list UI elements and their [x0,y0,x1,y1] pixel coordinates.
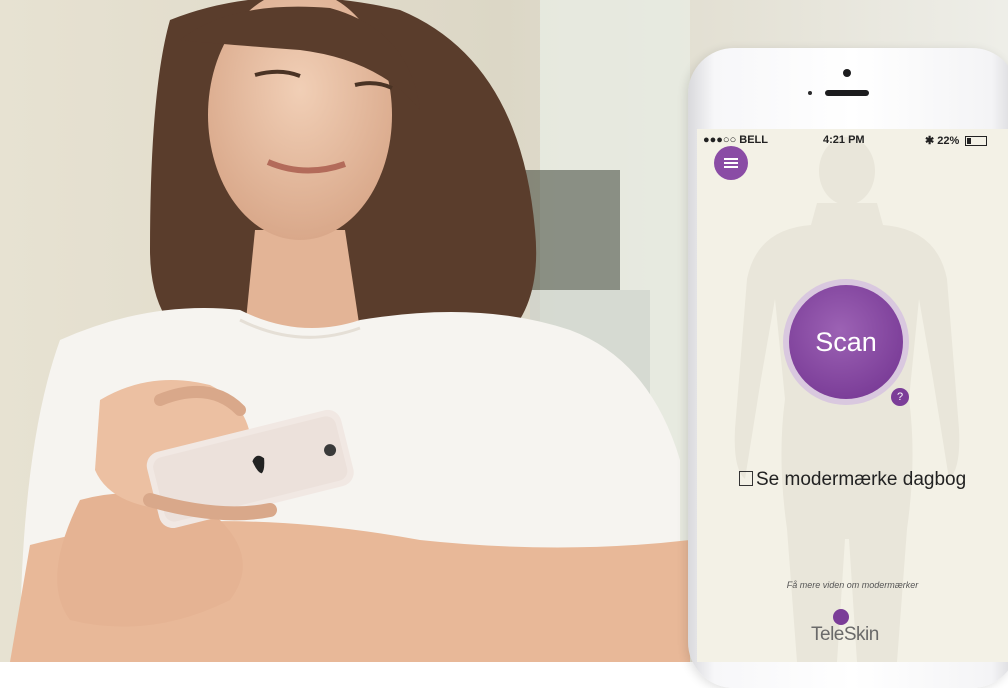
teleskin-logo-icon [833,609,849,625]
learn-more-link[interactable]: Få mere viden om modermærker [697,580,1008,590]
clock-label: 4:21 PM [823,134,865,146]
phone-sensor [808,91,812,95]
battery-icon [965,136,988,147]
teleskin-logo: TeleSkin [811,624,879,645]
battery-indicator: ✱ 22% [925,134,988,147]
scan-button[interactable]: Scan [789,285,903,399]
diary-toggle[interactable]: Se modermærke dagbog [739,469,966,491]
status-bar: ●●●○○ BELL 4:21 PM ✱ 22% [697,129,1008,151]
bluetooth-icon: ✱ [925,135,935,147]
menu-button[interactable] [714,146,748,180]
phone-speaker [825,90,869,96]
phone-camera [843,69,851,77]
carrier-label: ●●●○○ BELL [703,134,768,146]
phone-screen: ●●●○○ BELL 4:21 PM ✱ 22% Scan ? Se moder… [697,129,1008,662]
help-button[interactable]: ? [891,388,909,406]
battery-percent: 22% [937,135,960,147]
diary-label: Se modermærke dagbog [756,469,967,490]
checkbox-icon[interactable] [739,471,753,486]
